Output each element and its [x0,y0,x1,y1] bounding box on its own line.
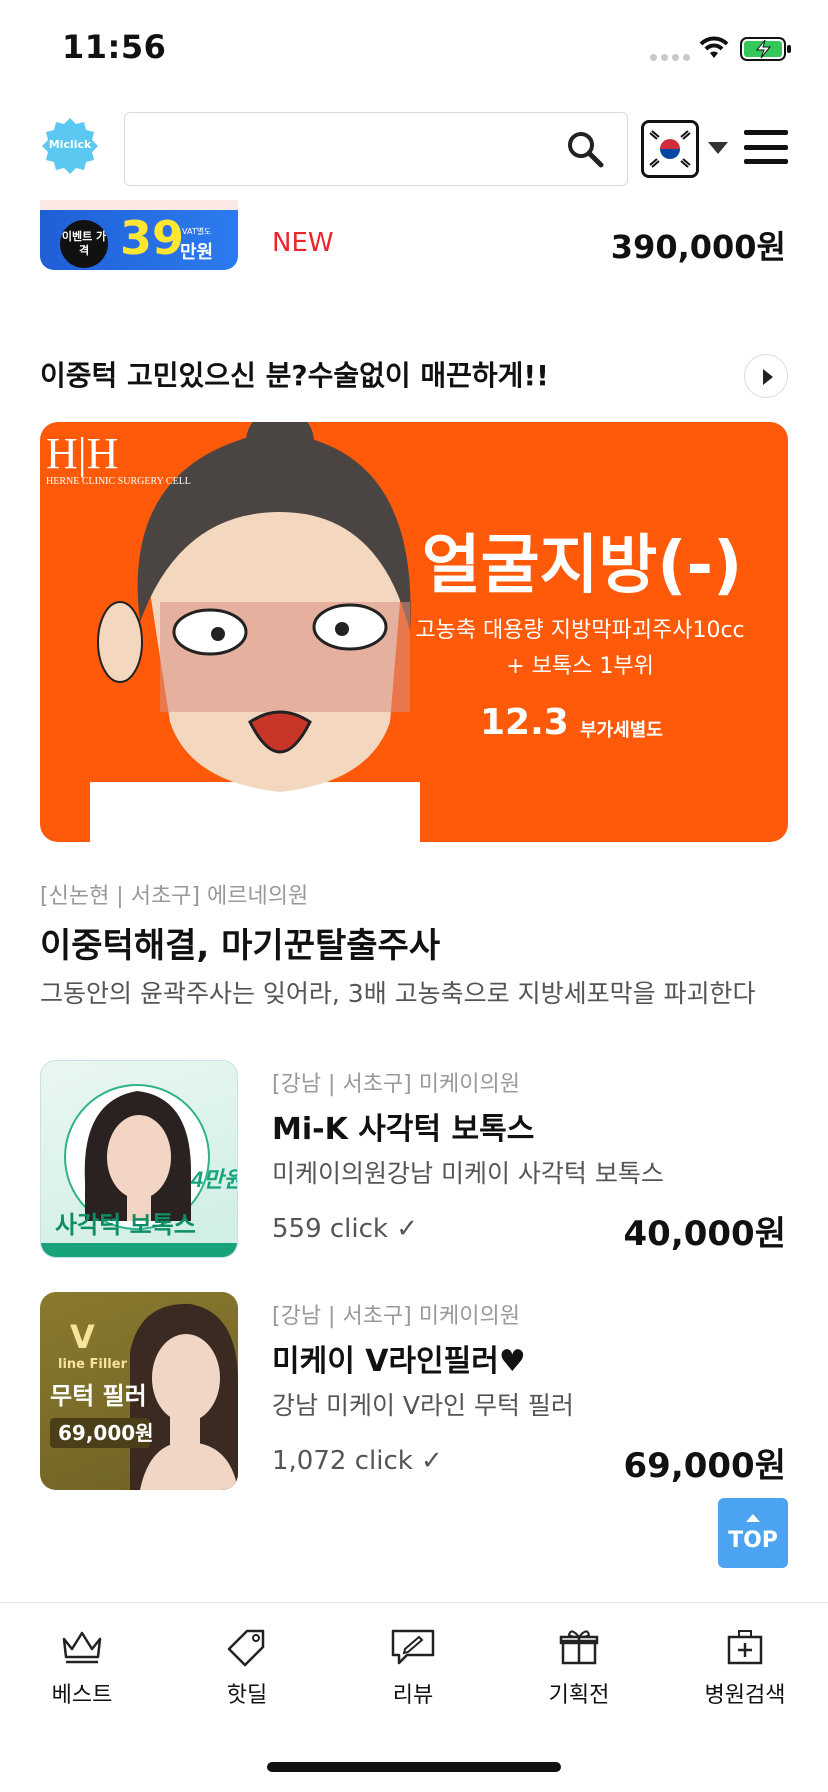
svg-text:line Filler: line Filler [58,1357,128,1372]
wifi-icon [699,36,729,58]
model-photo-illustration: 4만원 사각턱 보톡스 [41,1084,238,1257]
section-title: 이중턱 고민있으신 분?수술없이 매끈하게!! [40,359,549,392]
home-indicator[interactable] [267,1762,561,1772]
item-subtitle: 미케이의원강남 미케이 사각턱 보톡스 [272,1159,664,1188]
featured-banner[interactable]: H|H HERNE CLINIC SURGERY CELL 얼굴지방(-) 고농… [40,422,788,842]
search-box[interactable] [124,112,628,186]
svg-text:사각턱 보톡스: 사각턱 보톡스 [55,1211,196,1239]
tag-icon [227,1629,265,1667]
list-item[interactable]: 이벤트 가격 39 VAT별도 만원 NEW 390,000원 [0,200,828,280]
status-time: 11:56 [62,28,167,66]
miclick-logo[interactable]: Miclick [40,116,100,176]
item-thumbnail: 이벤트 가격 39 VAT별도 만원 [40,200,238,270]
svg-text:무턱 필러: 무턱 필러 [50,1382,147,1410]
item-location: [강남 | 서초구] 미케이의원 [272,1072,520,1097]
section-more-button[interactable] [744,354,788,398]
svg-text:V: V [70,1318,95,1356]
svg-text:69,000원: 69,000원 [58,1421,154,1445]
tab-exhibition[interactable]: 기획전 [519,1619,639,1719]
event-price-badge: 이벤트 가격 [60,220,108,268]
thumb-price: 39 [120,211,185,265]
scroll-to-top-button[interactable]: TOP [718,1498,788,1568]
featured-title[interactable]: 이중턱해결, 마기꾼탈출주사 [40,918,440,967]
featured-description: 그동안의 윤곽주사는 잊어라, 3배 고농축으로 지방세포막을 파괴한다 [40,979,756,1008]
tab-label: 베스트 [51,1683,113,1708]
tab-label: 핫딜 [226,1683,268,1708]
item-price: 390,000원 [610,228,786,266]
list-item[interactable]: 4만원 사각턱 보톡스 [강남 | 서초구] 미케이의원 Mi-K 사각턱 보톡… [0,1060,828,1260]
tab-best[interactable]: 베스트 [22,1619,142,1719]
featured-location: [신논현 | 서초구] 에르네의원 [40,884,309,909]
item-thumbnail: V line Filler 무턱 필러 69,000원 [40,1292,238,1490]
logo-text: Miclick [48,138,92,151]
item-click-count: 559 click ✓ [272,1214,419,1244]
kr-flag-icon [644,123,696,175]
item-title[interactable]: 미케이 V라인필러♥ [272,1336,526,1380]
hamburger-menu-icon[interactable] [744,130,788,164]
banner-price: 12.3 [480,702,569,743]
thumb-unit: 만원 [180,242,214,263]
item-title[interactable]: Mi-K 사각턱 보톡스 [272,1104,534,1148]
tab-review[interactable]: 리뷰 [353,1619,473,1719]
hospital-icon [727,1630,763,1665]
tab-hotdeal[interactable]: 핫딜 [187,1619,307,1719]
search-icon[interactable] [565,129,605,169]
battery-charging-icon [740,37,791,61]
tab-label: 기획전 [548,1683,610,1708]
tab-label: 리뷰 [392,1683,434,1708]
model-photo-illustration: V line Filler 무턱 필러 69,000원 [50,1303,238,1490]
search-input[interactable] [137,123,557,175]
gift-icon [559,1630,599,1665]
tab-hospital-search[interactable]: 병원검색 [685,1619,805,1719]
app-header: Miclick [0,100,828,200]
arrow-up-icon [746,1514,760,1522]
chevron-down-icon[interactable] [708,142,728,154]
banner-subtext: + 보톡스 1부위 [506,654,654,679]
banner-vat: 부가세별도 [580,720,663,741]
clinic-logo: H|H HERNE CLINIC SURGERY CELL [46,429,191,488]
banner-headline: 얼굴지방(-) [421,529,743,603]
review-icon [391,1629,435,1665]
cellular-signal-icon [650,54,690,61]
new-badge: NEW [272,228,334,258]
item-price: 69,000원 [623,1446,786,1486]
item-click-count: 1,072 click ✓ [272,1446,443,1476]
item-price: 40,000원 [623,1214,786,1254]
item-subtitle: 강남 미케이 V라인 무턱 필러 [272,1391,574,1420]
list-item[interactable]: V line Filler 무턱 필러 69,000원 [강남 | 서초구] 미… [0,1292,828,1492]
top-label: TOP [728,1528,778,1553]
crown-icon [62,1631,102,1664]
tab-label: 병원검색 [704,1683,786,1708]
banner-subtext: 고농축 대용량 지방막파괴주사10cc [415,618,745,643]
item-location: [강남 | 서초구] 미케이의원 [272,1304,520,1329]
thumb-vat: VAT별도 [182,227,212,236]
status-bar: 11:56 [0,0,828,100]
country-selector-button[interactable] [641,120,699,178]
item-thumbnail: 4만원 사각턱 보톡스 [40,1060,238,1258]
svg-text:4만원: 4만원 [190,1167,238,1192]
